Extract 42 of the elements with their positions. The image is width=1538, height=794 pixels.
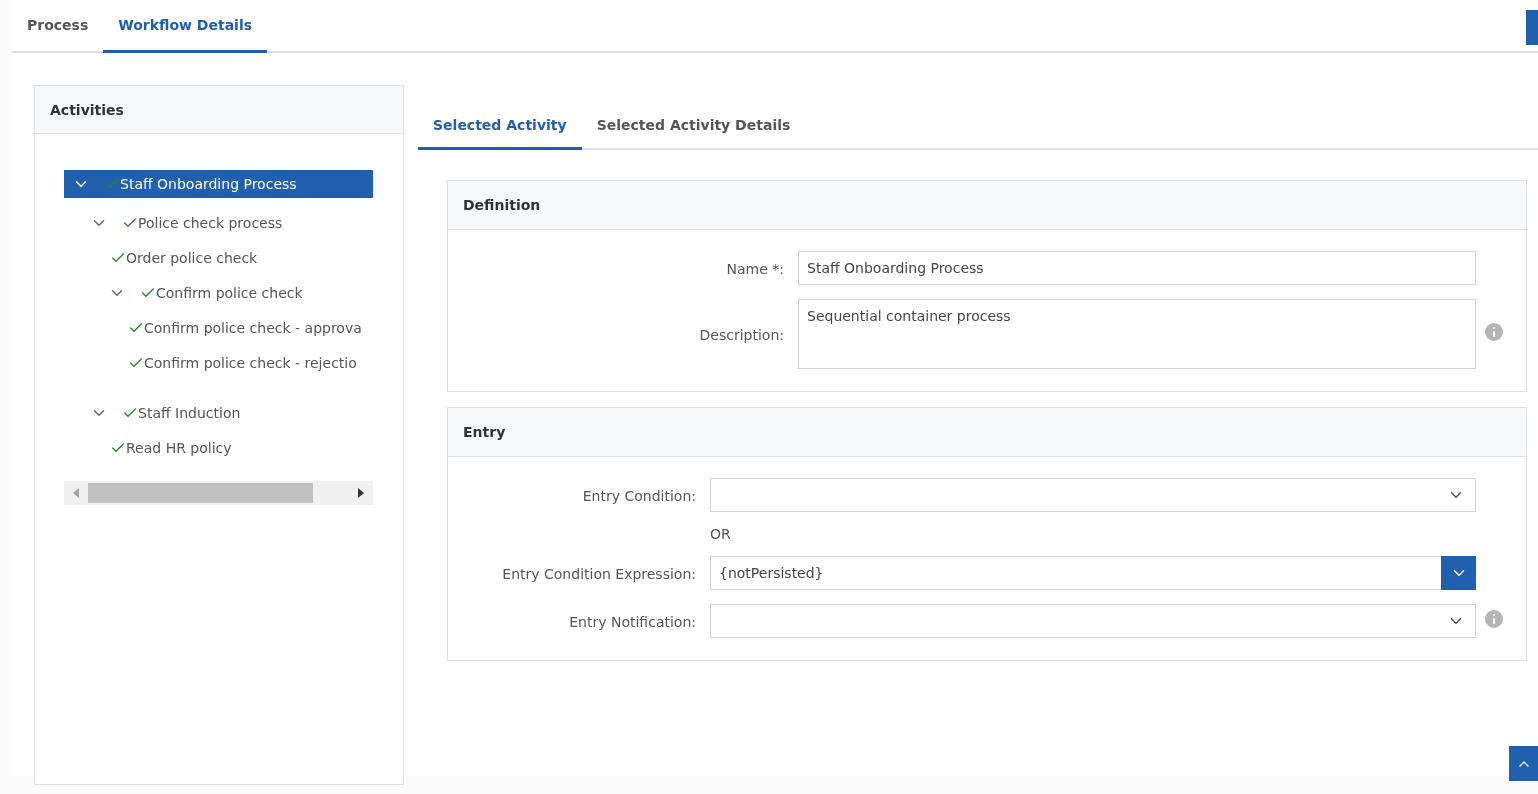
tree-row[interactable]: Order police check [64,240,373,275]
section-title: Definition [448,181,1526,230]
left-arrow-icon[interactable] [72,487,80,499]
tree-row[interactable]: Confirm police check - approva [64,310,373,345]
tree-label[interactable]: Police check process [138,214,283,231]
info-icon[interactable] [1482,320,1506,344]
section-title: Entry [448,408,1526,457]
field-label: Entry Condition: [582,487,696,504]
scroll-to-top-button[interactable] [1509,746,1538,781]
tree-row[interactable]: Police check process [64,205,373,240]
tab[interactable]: Workflow Details [103,0,267,53]
tree-row[interactable]: Confirm police check - rejectio [64,345,373,380]
field-label: Description: [699,326,784,343]
tree-label[interactable]: Confirm police check - approva [144,319,362,336]
tree-label[interactable]: Staff Onboarding Process [120,176,297,192]
dropdown-field[interactable] [710,478,1476,512]
field-label: Entry Condition Expression: [502,565,696,582]
tab[interactable]: Selected Activity Details [581,102,806,150]
expression-field[interactable]: {notPersisted} [710,556,1476,590]
dropdown-field[interactable] [710,604,1476,638]
panel-title: Activities [35,86,403,134]
dropdown-button[interactable] [1441,556,1476,590]
tree-label[interactable]: Staff Induction [138,404,241,421]
field-label: Entry Notification: [569,613,696,630]
tab[interactable]: Selected Activity [418,102,582,150]
tree-label[interactable]: Order police check [126,249,258,266]
tree-row[interactable]: Confirm police check [64,275,373,310]
tree-label[interactable]: Read HR policy [126,439,232,456]
tree-row[interactable]: Staff Onboarding Process [64,170,373,198]
tab[interactable]: Process [12,0,104,53]
horizontal-scrollbar[interactable] [64,481,373,505]
scrollbar-thumb[interactable] [88,483,313,503]
tree-row[interactable]: Staff Induction [64,395,373,430]
description-field[interactable]: Sequential container process [798,299,1476,369]
tree-row[interactable]: Read HR policy [64,430,373,465]
or-text: OR [710,526,732,542]
tree-label[interactable]: Confirm police check - rejectio [144,354,357,371]
info-icon[interactable] [1482,607,1506,631]
tree-label[interactable]: Confirm police check [156,284,303,301]
right-arrow-icon[interactable] [357,487,365,499]
name-field[interactable]: Staff Onboarding Process [798,251,1476,285]
field-label: Name *: [726,260,784,277]
